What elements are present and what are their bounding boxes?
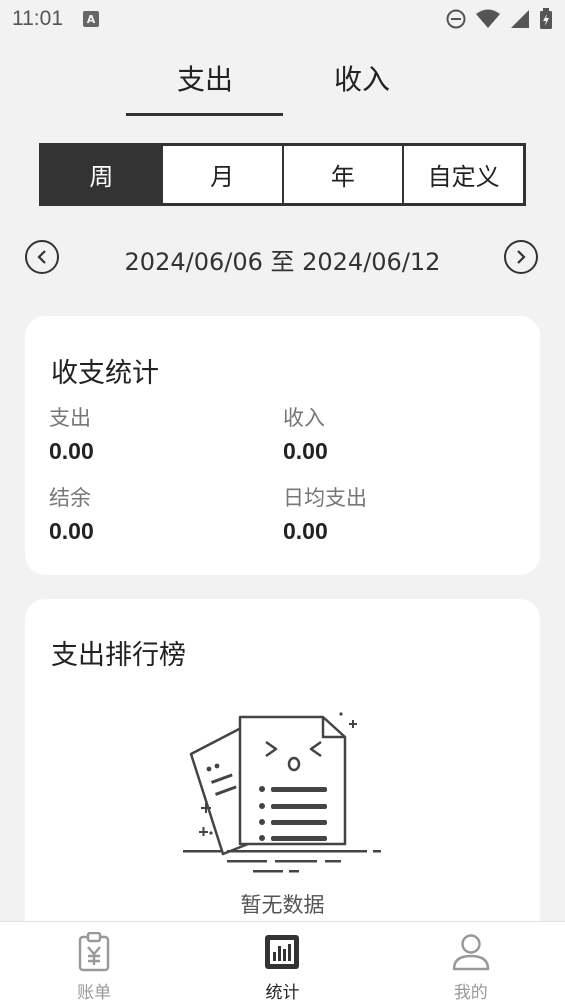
stats-card-title: 收支统计 [51,358,159,389]
stat-expense: 支出 0.00 [49,402,249,465]
nav-label: 账单 [77,983,112,1003]
stat-value: 0.00 [49,518,94,544]
stat-value: 0.00 [49,438,94,464]
stat-label: 支出 [49,406,91,430]
stat-income: 收入 0.00 [283,402,483,465]
signal-icon [511,10,529,28]
segment-week[interactable]: 周 [42,146,161,203]
next-period-button[interactable] [504,240,538,274]
active-tab-indicator [126,113,283,116]
stat-label: 日均支出 [283,486,367,510]
date-range-label: 2024/06/06 至 2024/06/12 [124,248,441,276]
do-not-disturb-icon [446,9,466,29]
nav-bill[interactable]: 账单 [0,922,188,1004]
stat-daily-average-expense: 日均支出 0.00 [283,482,483,545]
segment-year[interactable]: 年 [281,146,403,203]
nav-label: 统计 [265,983,300,1003]
wifi-icon [476,9,500,28]
nav-label: 我的 [453,983,488,1003]
status-icons [445,8,553,30]
stat-label: 结余 [49,486,91,510]
stat-label: 收入 [283,406,325,430]
expense-ranking-card: 支出排行榜 暂无数据 [25,599,540,939]
status-bar: 11:01 A [0,0,565,38]
stat-value: 0.00 [283,518,328,544]
bar-chart-icon [262,932,302,972]
battery-charging-icon [540,8,552,29]
nav-statistics[interactable]: 统计 [188,922,376,1004]
stat-balance: 结余 0.00 [49,482,249,545]
segment-custom[interactable]: 自定义 [402,146,523,203]
income-expense-stats-card: 收支统计 支出 0.00 收入 0.00 结余 0.00 日均支出 0.00 [25,316,540,575]
segment-month[interactable]: 月 [160,146,282,203]
date-range-row: 2024/06/06 至 2024/06/12 [0,232,565,282]
nav-profile[interactable]: 我的 [377,922,565,1004]
type-tabs: 支出 收入 [0,52,565,116]
ranking-card-title: 支出排行榜 [51,640,186,671]
empty-documents-illustration [183,712,381,873]
tab-income[interactable]: 收入 [282,52,442,116]
period-selector: 周 月 年 自定义 [39,143,526,206]
user-icon [451,932,491,972]
bill-clipboard-icon [74,932,114,972]
a-badge-icon: A [83,11,99,27]
bottom-navigation: 账单 统计 我的 [0,921,565,1004]
chevron-right-icon [517,250,526,264]
empty-state-text: 暂无数据 [240,893,325,917]
status-time: 11:01 [12,7,63,30]
stat-value: 0.00 [283,438,328,464]
tab-expense[interactable]: 支出 [125,52,285,116]
